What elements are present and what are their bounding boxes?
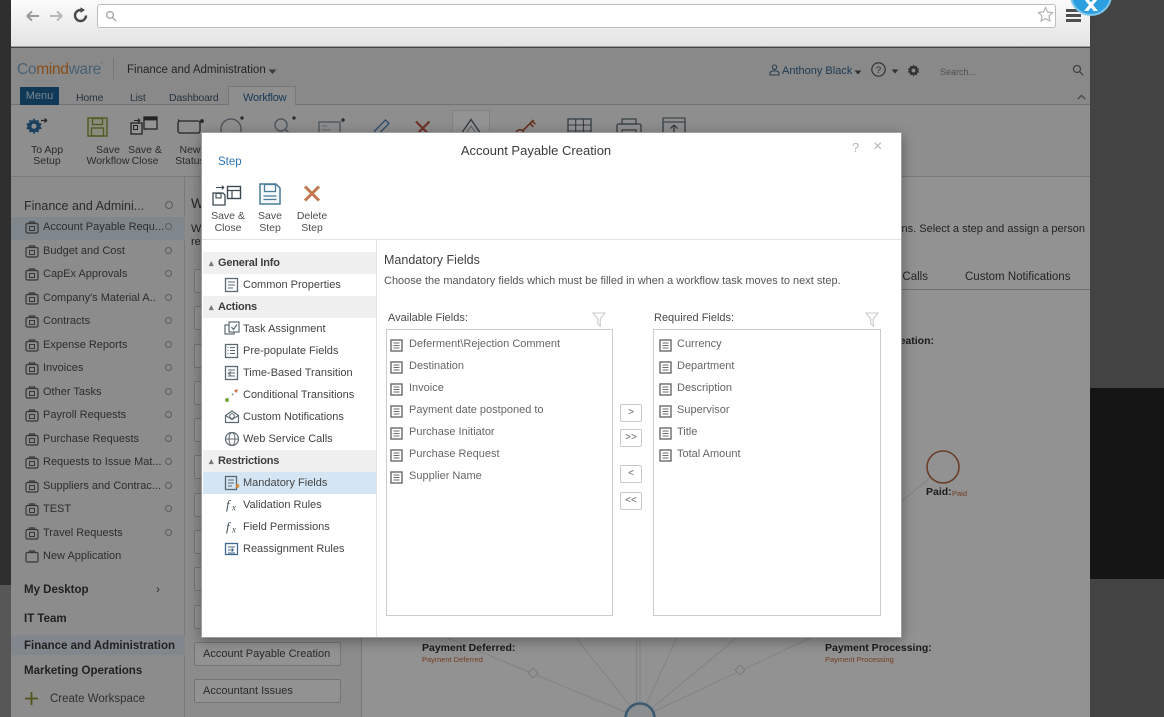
- svg-text:x: x: [231, 503, 236, 513]
- svg-text:x: x: [231, 525, 236, 535]
